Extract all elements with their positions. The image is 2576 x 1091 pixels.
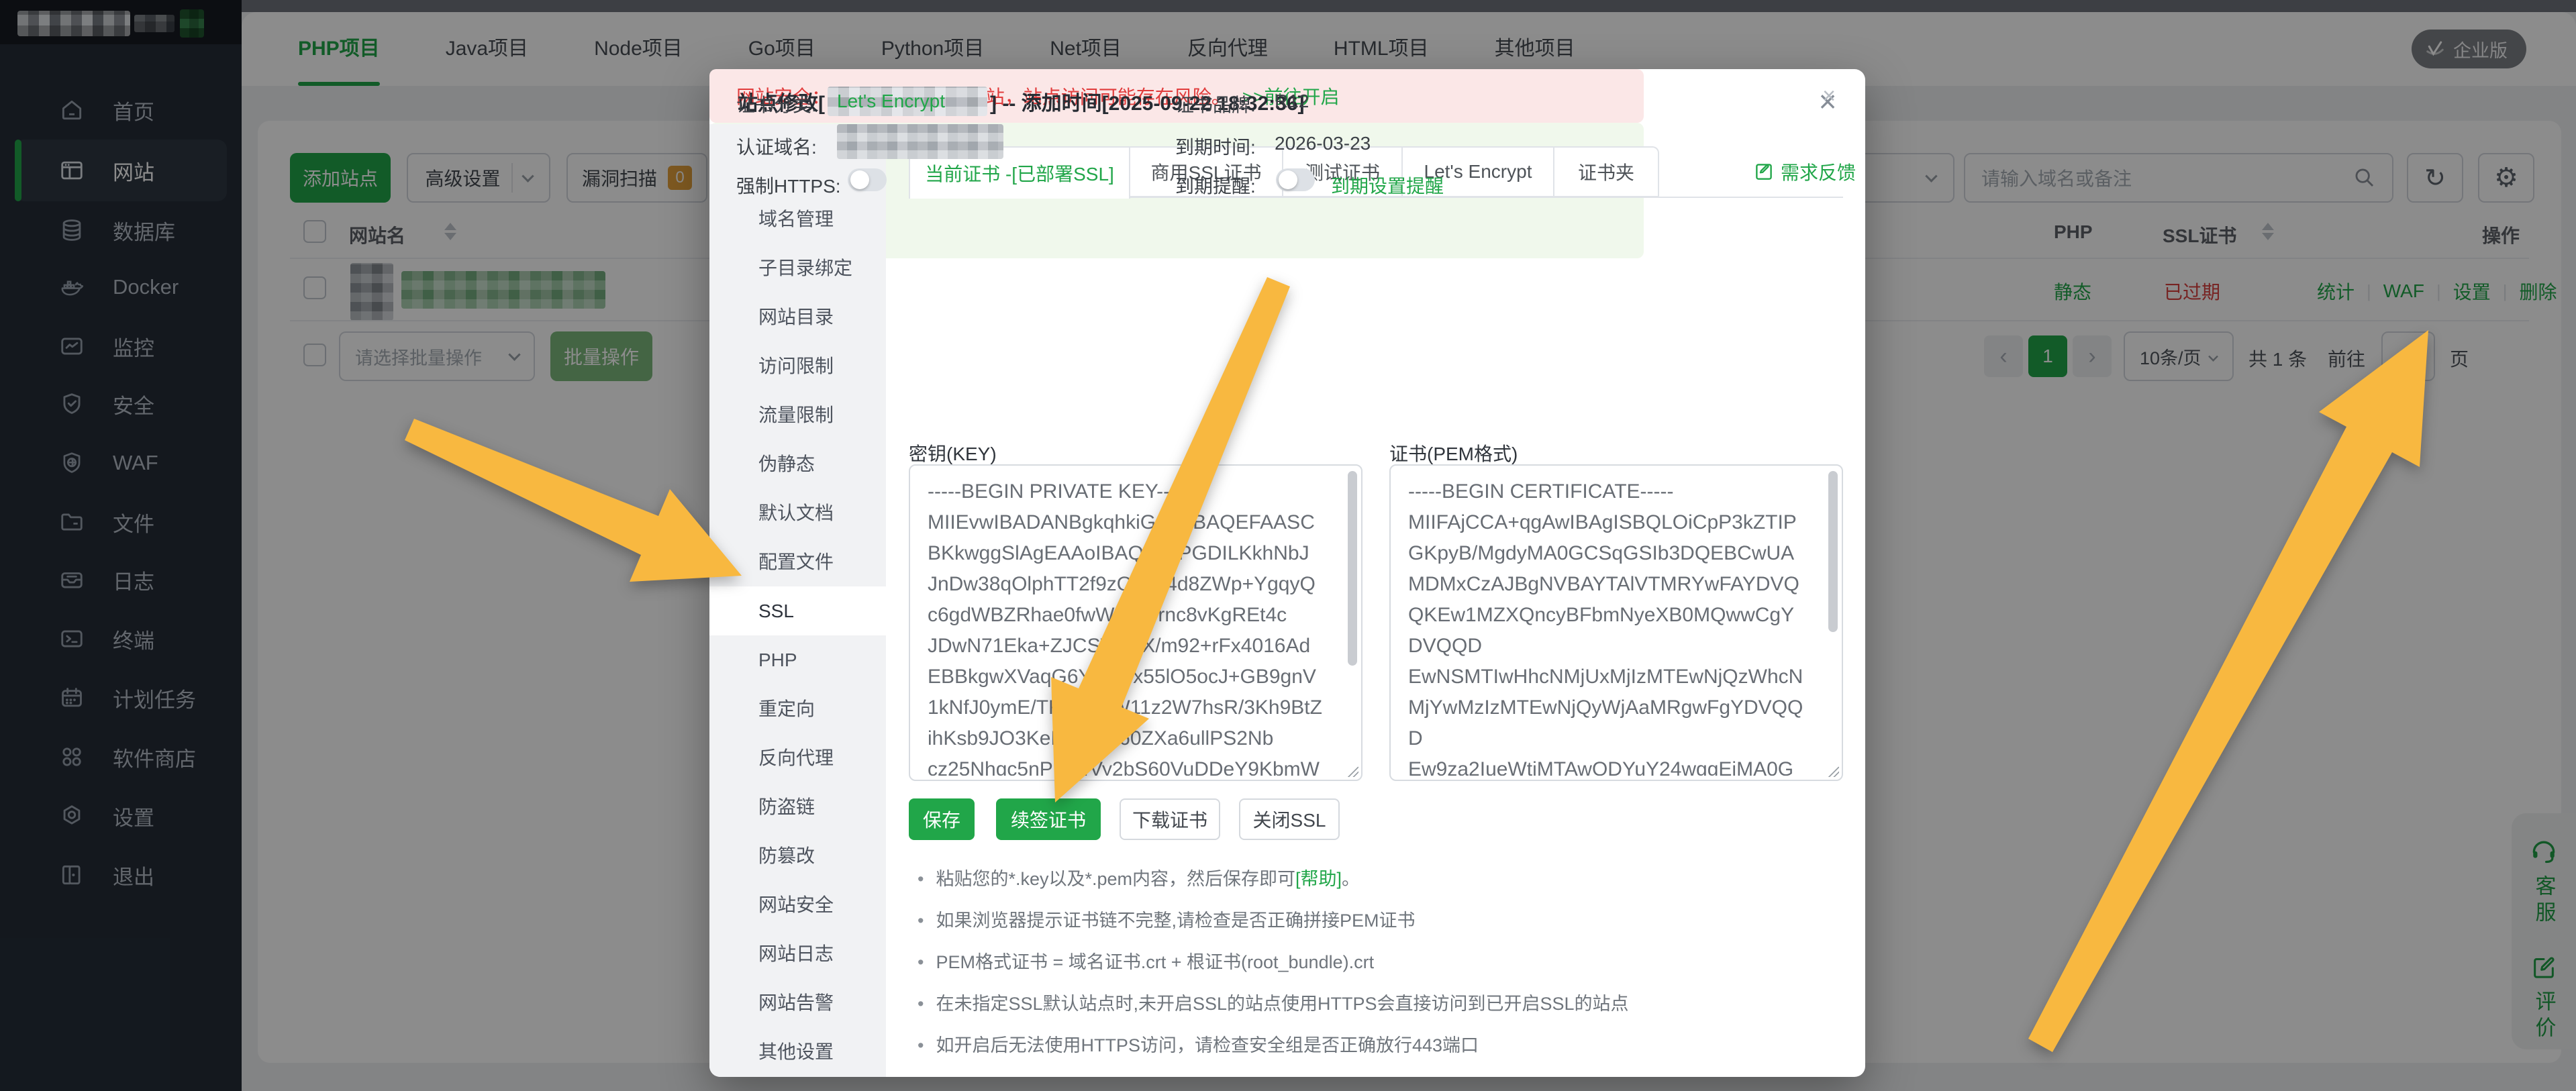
resize-handle-icon[interactable]	[1345, 764, 1358, 777]
expiry-remind-toggle[interactable]	[1276, 168, 1315, 191]
cert-category-label: 证书分类:	[736, 91, 817, 117]
cert-brand-label: 证书品牌:	[1175, 91, 1256, 117]
tip-item: 粘贴您的*.key以及*.pem内容，然后保存即可[帮助]。	[918, 864, 1360, 890]
pem-label: 证书(PEM格式)	[1389, 439, 1518, 466]
menu-item-traffic-limit[interactable]: 流量限制	[709, 391, 886, 439]
warning-close-icon[interactable]: ×	[1822, 83, 1836, 109]
private-key-textarea[interactable]: -----BEGIN PRIVATE KEY----- MIIEvwIBADAN…	[909, 464, 1363, 781]
pem-cert-content: -----BEGIN CERTIFICATE----- MIIFAjCCA+qg…	[1408, 476, 1804, 776]
menu-item-redirect[interactable]: 重定向	[709, 684, 886, 733]
cert-expiry-value: 2026-03-23	[1275, 133, 1371, 154]
menu-item-default-doc[interactable]: 默认文档	[709, 488, 886, 537]
feedback-link[interactable]: 需求反馈	[1754, 158, 1856, 185]
feedback-icon	[1754, 162, 1774, 182]
private-key-content: -----BEGIN PRIVATE KEY----- MIIEvwIBADAN…	[928, 476, 1324, 776]
menu-item-site-logs[interactable]: 网站日志	[709, 929, 886, 978]
save-button[interactable]: 保存	[909, 798, 975, 840]
tip-item: 如开启后无法使用HTTPS访问，请检查安全组是否正确放行443端口	[918, 1031, 1479, 1057]
menu-item-config-file[interactable]: 配置文件	[709, 537, 886, 586]
menu-item-site-security[interactable]: 网站安全	[709, 880, 886, 929]
tip-item: 在未指定SSL默认站点时,未开启SSL的站点使用HTTPS会直接访问到已开启SS…	[918, 989, 1629, 1015]
menu-item-tamper-proof[interactable]: 防篡改	[709, 831, 886, 880]
resize-handle-icon[interactable]	[1826, 764, 1839, 777]
expiry-remind-label: 到期提醒:	[1175, 172, 1256, 199]
expiry-remind-link[interactable]: 到期设置提醒	[1331, 172, 1444, 199]
cert-category-value: Let's Encrypt	[837, 91, 945, 112]
cert-domain-redacted	[837, 124, 1003, 159]
scrollbar[interactable]	[1828, 471, 1838, 632]
force-https-label: 强制HTTPS:	[736, 172, 841, 199]
menu-item-sitedir[interactable]: 网站目录	[709, 293, 886, 342]
menu-item-reverse-proxy[interactable]: 反向代理	[709, 733, 886, 782]
pem-cert-textarea[interactable]: -----BEGIN CERTIFICATE----- MIIFAjCCA+qg…	[1389, 464, 1843, 781]
menu-item-other-settings[interactable]: 其他设置	[709, 1027, 886, 1076]
cert-brand-value: R12	[1275, 91, 1309, 112]
cert-domain-label: 认证域名:	[736, 133, 817, 160]
menu-item-anti-leech[interactable]: 防盗链	[709, 782, 886, 831]
modal-menu: 域名管理 子目录绑定 网站目录 访问限制 流量限制 伪静态 默认文档 配置文件 …	[709, 124, 886, 1077]
menu-item-ssl[interactable]: SSL	[709, 586, 886, 635]
renew-cert-button[interactable]: 续签证书	[996, 798, 1101, 840]
close-ssl-button[interactable]: 关闭SSL	[1239, 798, 1340, 840]
menu-item-access-limit[interactable]: 访问限制	[709, 342, 886, 391]
scrollbar[interactable]	[1348, 471, 1357, 666]
key-label: 密钥(KEY)	[909, 439, 997, 466]
menu-item-subdir[interactable]: 子目录绑定	[709, 244, 886, 293]
menu-item-php[interactable]: PHP	[709, 635, 886, 684]
force-https-toggle[interactable]	[848, 168, 887, 191]
cert-expiry-label: 到期时间:	[1175, 133, 1256, 160]
tip-item: 如果浏览器提示证书链不完整,请检查是否正确拼接PEM证书	[918, 906, 1415, 932]
menu-item-domain[interactable]: 域名管理	[709, 195, 886, 244]
tab-cert-folder[interactable]: 证书夹	[1554, 146, 1659, 197]
menu-item-rewrite[interactable]: 伪静态	[709, 439, 886, 488]
menu-item-site-alerts[interactable]: 网站告警	[709, 978, 886, 1027]
help-link[interactable]: [帮助]	[1295, 869, 1342, 889]
tip-item: PEM格式证书 = 域名证书.crt + 根证书(root_bundle).cr…	[918, 947, 1374, 974]
site-settings-modal: 站点修改[ ] -- 添加时间[2025-09-22 18:32:36] × 域…	[709, 69, 1865, 1077]
download-cert-button[interactable]: 下载证书	[1120, 798, 1220, 840]
